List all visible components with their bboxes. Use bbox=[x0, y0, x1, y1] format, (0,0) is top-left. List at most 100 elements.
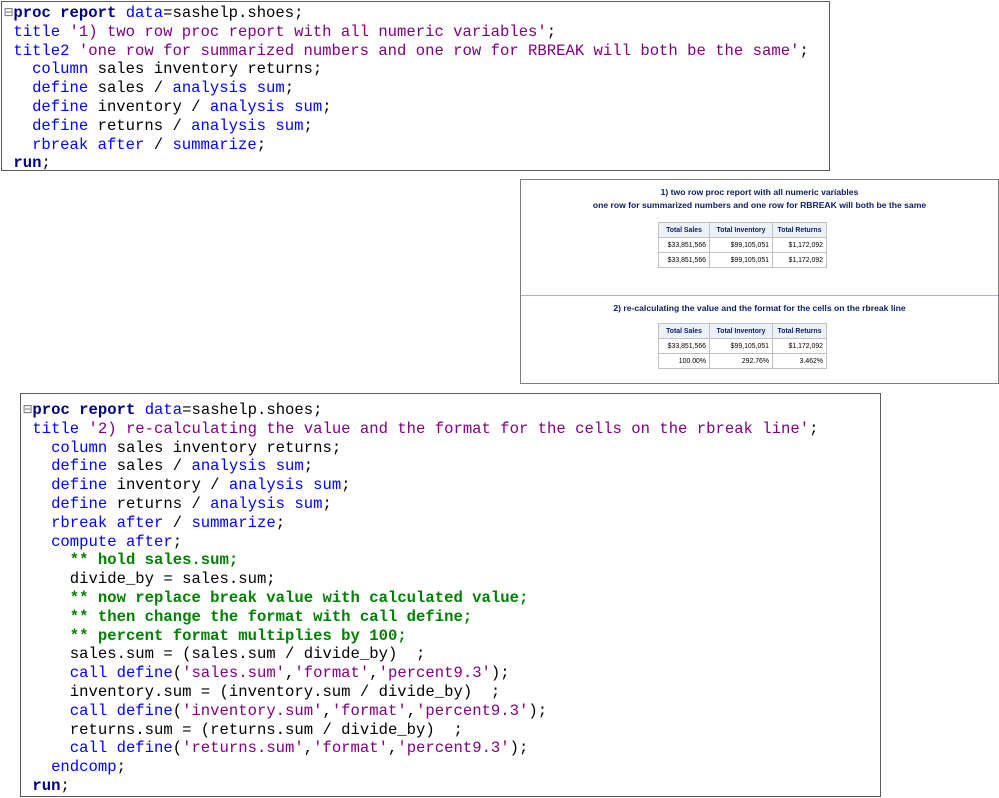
report-section-1: 1) two row proc report with all numeric … bbox=[521, 180, 998, 295]
code-line: define returns / analysis sum; bbox=[4, 117, 809, 136]
code-line: sales.sum = (sales.sum / divide_by) ; bbox=[23, 645, 818, 664]
code-text: / bbox=[172, 513, 192, 532]
code-string: 'returns.sum' bbox=[182, 739, 304, 758]
code-statement: compute after bbox=[51, 532, 173, 551]
code-line: title2 'one row for summarized numbers a… bbox=[4, 41, 809, 61]
code-text: ( bbox=[172, 664, 183, 683]
code-line: ⊟proc report data=sashelp.shoes; bbox=[23, 401, 818, 420]
code-text: ( bbox=[172, 701, 183, 720]
code-text: inventory / bbox=[97, 97, 210, 116]
code-text: , bbox=[303, 739, 314, 758]
code-text: ; bbox=[546, 22, 557, 41]
code-text: sales.sum = (sales.sum / divide_by) ; bbox=[23, 645, 426, 664]
code-text: inventory.sum = (inventory.sum / divide_… bbox=[23, 682, 501, 701]
code-text: ; bbox=[284, 79, 295, 98]
code-comment: ** then change the format with call defi… bbox=[69, 607, 473, 626]
code-block-1[interactable]: ⊟proc report data=sashelp.shoes; title '… bbox=[4, 4, 809, 173]
code-line: define sales / analysis sum; bbox=[23, 457, 818, 476]
code-line: divide_by = sales.sum; bbox=[23, 570, 818, 589]
code-text: ; bbox=[809, 419, 819, 438]
code-line: ** percent format multiplies by 100; bbox=[23, 627, 818, 646]
code-statement: define bbox=[32, 79, 98, 98]
collapse-toggle-icon[interactable]: ⊟ bbox=[23, 401, 32, 419]
code-editor-2[interactable]: ⊟proc report data=sashelp.shoes; title '… bbox=[20, 393, 881, 797]
code-string: 'percent9.3' bbox=[378, 664, 491, 683]
code-statement: rbreak after bbox=[51, 513, 173, 532]
code-string: 'one row for summarized numbers and one … bbox=[78, 41, 800, 60]
report-title-2: one row for summarized numbers and one r… bbox=[592, 200, 927, 210]
code-statement: analysis sum bbox=[228, 476, 342, 495]
code-line: column sales inventory returns; bbox=[23, 439, 818, 458]
code-statement: analysis sum bbox=[191, 457, 304, 476]
code-line: call define('sales.sum','format','percen… bbox=[23, 664, 818, 683]
code-keyword: proc report bbox=[32, 401, 145, 419]
code-text: ( bbox=[172, 739, 183, 758]
cell-returns: $1,172,092 bbox=[772, 338, 827, 354]
code-line: call define('inventory.sum','format','pe… bbox=[23, 702, 818, 721]
code-statement: summarize bbox=[191, 513, 276, 532]
code-line: ** hold sales.sum; bbox=[23, 551, 818, 570]
code-text: ; bbox=[799, 41, 809, 60]
code-string: 'format' bbox=[313, 739, 388, 758]
code-text: ; bbox=[322, 494, 332, 513]
code-statement: define bbox=[51, 476, 117, 495]
code-line: compute after; bbox=[23, 533, 818, 552]
code-text: ; bbox=[275, 513, 286, 532]
code-statement: endcomp bbox=[51, 758, 117, 777]
code-text: , bbox=[369, 664, 379, 683]
cell-sales: $33,851,566 bbox=[658, 252, 710, 268]
code-string: 'sales.sum' bbox=[182, 664, 286, 683]
code-text: ; bbox=[256, 135, 267, 154]
table-row: $33,851,566 $99,105,051 $1,172,092 bbox=[658, 252, 827, 268]
code-statement: define bbox=[32, 116, 98, 135]
code-line: define inventory / analysis sum; bbox=[4, 98, 809, 117]
code-text: ; bbox=[322, 97, 332, 116]
code-statement: rbreak after bbox=[32, 135, 154, 154]
code-comment: ** hold sales.sum; bbox=[69, 551, 239, 570]
code-statement: analysis sum bbox=[210, 494, 323, 513]
code-line: define sales / analysis sum; bbox=[4, 79, 809, 98]
table-row: $33,851,566 $99,105,051 $1,172,092 bbox=[658, 338, 827, 354]
collapse-toggle-icon[interactable]: ⊟ bbox=[4, 4, 13, 22]
code-line: call define('returns.sum','format','perc… bbox=[23, 739, 818, 758]
code-statement: analysis sum bbox=[172, 79, 285, 98]
code-statement: define bbox=[51, 494, 117, 513]
table-row: $33,851,566 $99,105,051 $1,172,092 bbox=[658, 237, 827, 253]
code-line: returns.sum = (returns.sum / divide_by) … bbox=[23, 721, 818, 740]
code-text: ; bbox=[41, 154, 51, 173]
code-statement: call define bbox=[69, 739, 173, 758]
cell-sales: $33,851,566 bbox=[658, 237, 710, 253]
code-text: ; bbox=[172, 532, 183, 551]
cell-inventory: $99,105,051 bbox=[709, 237, 773, 253]
cell-returns: $1,172,092 bbox=[772, 252, 827, 268]
code-block-2[interactable]: ⊟proc report data=sashelp.shoes; title '… bbox=[23, 401, 818, 796]
code-string: 'percent9.3' bbox=[397, 739, 510, 758]
code-text: sales inventory returns; bbox=[97, 60, 323, 79]
header-total-sales: Total Sales bbox=[658, 222, 710, 238]
code-string: 'percent9.3' bbox=[416, 701, 529, 720]
code-editor-1[interactable]: ⊟proc report data=sashelp.shoes; title '… bbox=[1, 1, 830, 173]
code-statement: title bbox=[32, 419, 89, 438]
code-line: endcomp; bbox=[23, 758, 818, 777]
cell-returns: 3.462% bbox=[772, 353, 827, 369]
code-line: inventory.sum = (inventory.sum / divide_… bbox=[23, 683, 818, 702]
code-keyword: proc report bbox=[13, 4, 126, 22]
code-text: ; bbox=[60, 776, 70, 795]
code-string: '2) re-calculating the value and the for… bbox=[88, 419, 810, 438]
code-line: ** then change the format with call defi… bbox=[23, 608, 818, 627]
code-statement: data bbox=[125, 4, 164, 22]
cell-sales: 100.00% bbox=[658, 353, 710, 369]
code-comment: ** now replace break value with calculat… bbox=[69, 588, 529, 607]
code-text: ; bbox=[341, 476, 351, 495]
table-row: 100.00% 292.76% 3.462% bbox=[658, 353, 827, 369]
